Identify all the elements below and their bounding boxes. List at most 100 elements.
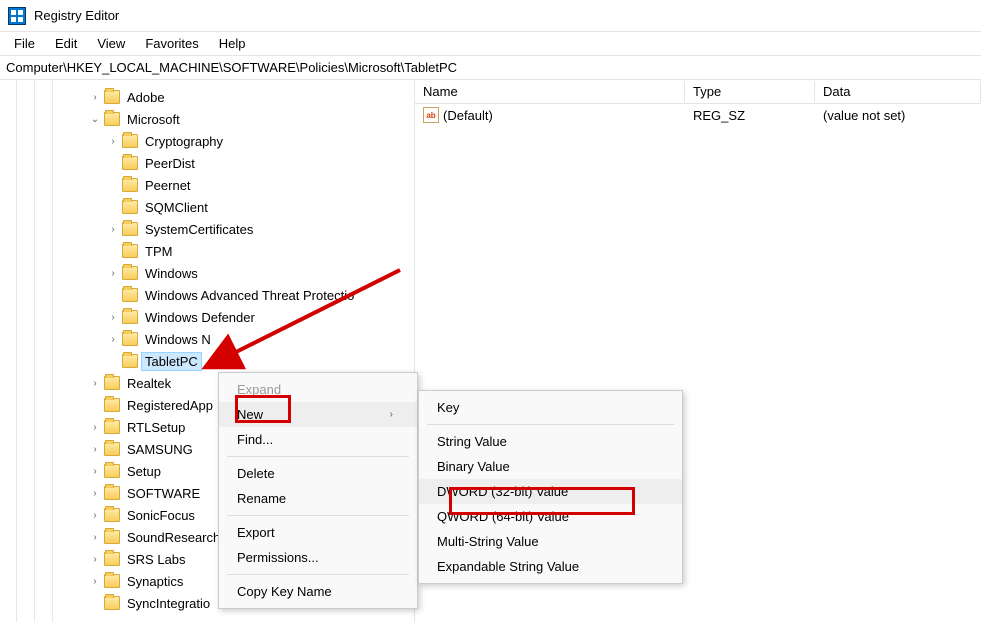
chevron-right-icon[interactable]: ›: [106, 222, 120, 236]
tree-item[interactable]: Peernet: [70, 174, 414, 196]
context-menu-item[interactable]: Expandable String Value: [419, 554, 682, 579]
chevron-right-icon[interactable]: ›: [106, 266, 120, 280]
folder-icon: [122, 354, 138, 368]
separator: [227, 456, 409, 457]
tree-item[interactable]: › Windows: [70, 262, 414, 284]
folder-icon: [104, 486, 120, 500]
chevron-right-icon[interactable]: ›: [88, 574, 102, 588]
tree-item[interactable]: › Windows N: [70, 328, 414, 350]
tree-item[interactable]: PeerDist: [70, 152, 414, 174]
folder-icon: [104, 596, 120, 610]
chevron-right-icon[interactable]: ›: [88, 90, 102, 104]
tree-item[interactable]: › Cryptography: [70, 130, 414, 152]
window-title: Registry Editor: [34, 8, 119, 23]
menu-favorites[interactable]: Favorites: [135, 34, 208, 53]
menu-help[interactable]: Help: [209, 34, 256, 53]
chevron-right-icon: ›: [390, 409, 393, 420]
context-menu-item[interactable]: Binary Value: [419, 454, 682, 479]
context-menu[interactable]: ExpandNew›Find... DeleteRename ExportPermi…: [218, 372, 418, 609]
tree-item[interactable]: › Windows Defender: [70, 306, 414, 328]
tree-item-label: SyncIntegratio: [124, 595, 213, 612]
folder-icon: [122, 134, 138, 148]
tree-item-label: TPM: [142, 243, 175, 260]
chevron-down-icon[interactable]: ⌄: [88, 112, 102, 126]
tree-item-label: Realtek: [124, 375, 174, 392]
folder-icon: [122, 222, 138, 236]
value-name: (Default): [443, 108, 493, 123]
folder-icon: [122, 266, 138, 280]
context-menu-item[interactable]: New›: [219, 402, 417, 427]
context-menu-item[interactable]: Permissions...: [219, 545, 417, 570]
context-menu-item[interactable]: Find...: [219, 427, 417, 452]
folder-icon: [122, 156, 138, 170]
folder-icon: [122, 244, 138, 258]
tree-item-label: Windows Defender: [142, 309, 258, 326]
folder-icon: [104, 398, 120, 412]
tree-item[interactable]: SQMClient: [70, 196, 414, 218]
folder-icon: [122, 332, 138, 346]
folder-icon: [104, 90, 120, 104]
context-menu-item[interactable]: String Value: [419, 429, 682, 454]
folder-icon: [104, 464, 120, 478]
app-icon: [8, 7, 26, 25]
folder-icon: [122, 288, 138, 302]
folder-icon: [104, 376, 120, 390]
folder-icon: [104, 442, 120, 456]
chevron-right-icon[interactable]: ›: [106, 134, 120, 148]
value-type: REG_SZ: [685, 106, 815, 125]
value-data: (value not set): [815, 106, 981, 125]
chevron-right-icon[interactable]: ›: [106, 332, 120, 346]
tree-item-label: Windows N: [142, 331, 214, 348]
context-menu-item[interactable]: Delete: [219, 461, 417, 486]
chevron-right-icon[interactable]: ›: [88, 486, 102, 500]
context-menu-item[interactable]: Key: [419, 395, 682, 420]
chevron-right-icon[interactable]: ›: [88, 420, 102, 434]
chevron-right-icon[interactable]: ›: [88, 508, 102, 522]
value-row[interactable]: ab (Default) REG_SZ (value not set): [415, 104, 981, 126]
col-name[interactable]: Name: [415, 81, 685, 102]
tree-item[interactable]: TPM: [70, 240, 414, 262]
chevron-right-icon[interactable]: ›: [88, 442, 102, 456]
tree-item-label: Cryptography: [142, 133, 226, 150]
chevron-right-icon[interactable]: ›: [88, 552, 102, 566]
tree-item[interactable]: › SystemCertificates: [70, 218, 414, 240]
chevron-right-icon[interactable]: ›: [106, 310, 120, 324]
tree-item[interactable]: Windows Advanced Threat Protectio: [70, 284, 414, 306]
chevron-right-icon[interactable]: ›: [88, 376, 102, 390]
context-menu-item[interactable]: QWORD (64-bit) Value: [419, 504, 682, 529]
context-menu-item[interactable]: Export: [219, 520, 417, 545]
menubar: File Edit View Favorites Help: [0, 32, 981, 56]
menu-view[interactable]: View: [87, 34, 135, 53]
context-menu-item: Expand: [219, 377, 417, 402]
tree-item[interactable]: ⌄ Microsoft: [70, 108, 414, 130]
context-menu-item[interactable]: Rename: [219, 486, 417, 511]
tree-item[interactable]: ›Adobe: [70, 86, 414, 108]
context-submenu-new[interactable]: Key String ValueBinary ValueDWORD (32-bit…: [418, 390, 683, 584]
titlebar: Registry Editor: [0, 0, 981, 32]
tree-item-label: Microsoft: [124, 111, 183, 128]
menu-file[interactable]: File: [4, 34, 45, 53]
col-data[interactable]: Data: [815, 81, 981, 102]
tree-item[interactable]: TabletPC: [70, 350, 414, 372]
tree-item-label: SonicFocus: [124, 507, 198, 524]
folder-icon: [122, 200, 138, 214]
string-value-icon: ab: [423, 107, 439, 123]
folder-icon: [104, 530, 120, 544]
address-bar[interactable]: Computer\HKEY_LOCAL_MACHINE\SOFTWARE\Pol…: [0, 56, 981, 80]
context-menu-item[interactable]: Multi-String Value: [419, 529, 682, 554]
menu-edit[interactable]: Edit: [45, 34, 87, 53]
folder-icon: [104, 420, 120, 434]
context-menu-item[interactable]: Copy Key Name: [219, 579, 417, 604]
chevron-right-icon[interactable]: ›: [88, 464, 102, 478]
list-header: Name Type Data: [415, 80, 981, 104]
tree-item-label: Synaptics: [124, 573, 186, 590]
tree-item-label: SoundResearch: [124, 529, 223, 546]
folder-icon: [104, 552, 120, 566]
tree-item-label: Setup: [124, 463, 164, 480]
tree-item-label: Windows: [142, 265, 201, 282]
col-type[interactable]: Type: [685, 81, 815, 102]
chevron-right-icon[interactable]: ›: [88, 530, 102, 544]
tree-item-label: SRS Labs: [124, 551, 189, 568]
context-menu-item[interactable]: DWORD (32-bit) Value: [419, 479, 682, 504]
tree-item-label: SystemCertificates: [142, 221, 256, 238]
